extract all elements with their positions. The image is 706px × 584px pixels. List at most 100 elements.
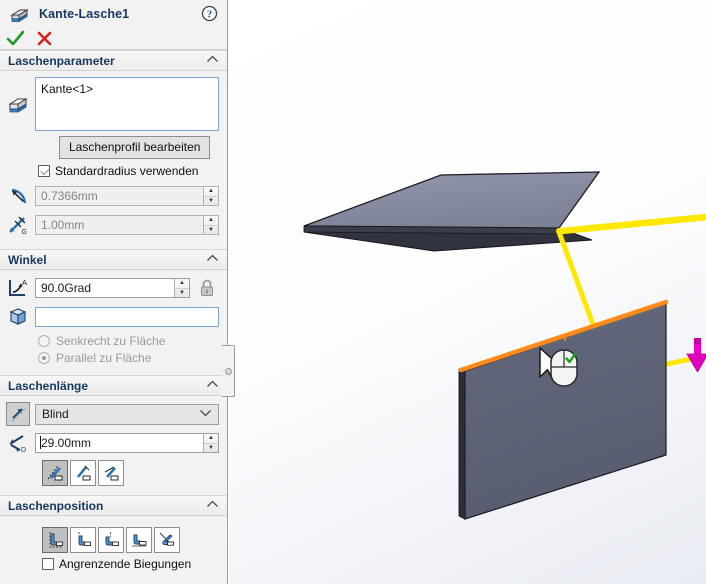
property-manager-panel: Kante-Lasche1 ? OK Abbrechen bbox=[0, 0, 228, 584]
position-offset-button[interactable] bbox=[154, 527, 180, 553]
chevron-up-icon[interactable] bbox=[206, 500, 219, 511]
radio-parallel-to-face-row: Parallel zu Fläche bbox=[38, 351, 219, 365]
chevron-up-icon[interactable] bbox=[206, 254, 219, 265]
svg-text:?: ? bbox=[207, 9, 212, 20]
flange-length-value: 29.00mm bbox=[36, 434, 203, 452]
spinner-up-icon[interactable]: ▲ bbox=[175, 279, 189, 289]
ok-button[interactable]: OK bbox=[6, 30, 25, 47]
lock-icon[interactable] bbox=[195, 276, 219, 300]
chevron-up-icon[interactable] bbox=[206, 380, 219, 391]
length-measure-buttons bbox=[42, 460, 219, 486]
spinner-down-icon[interactable]: ▼ bbox=[204, 444, 218, 453]
section-body-angle: A 90.0Grad ▲ ▼ Senkrecht zu Fläche Paral… bbox=[0, 270, 227, 375]
length-dimension-icon: D bbox=[6, 431, 30, 455]
position-bend-from-virtual-sharp-button[interactable] bbox=[98, 527, 124, 553]
flange-angle-row: A 90.0Grad ▲ ▼ bbox=[6, 276, 219, 300]
edge-select-icon bbox=[6, 92, 30, 116]
spinner-up-icon[interactable]: ▲ bbox=[204, 216, 218, 226]
trim-side-bends-checkbox[interactable] bbox=[42, 558, 54, 570]
trim-side-bends-row: Angrenzende Biegungen bbox=[42, 557, 219, 571]
radio-parallel-to-face-label: Parallel zu Fläche bbox=[56, 351, 152, 365]
lower-panel[interactable] bbox=[458, 299, 669, 520]
chevron-down-icon[interactable] bbox=[199, 409, 212, 419]
section-header-angle[interactable]: Winkel bbox=[0, 249, 227, 270]
gap-distance-value: 1.00mm bbox=[41, 218, 85, 232]
end-condition-dropdown[interactable]: Blind bbox=[35, 403, 219, 425]
page-title: Kante-Lasche1 bbox=[39, 7, 130, 21]
svg-text:A: A bbox=[22, 278, 27, 287]
section-body-flange-parameters: Kante<1> Laschenprofil bearbeiten Standa… bbox=[0, 71, 227, 249]
gap-distance-spinner[interactable]: ▲ ▼ bbox=[203, 216, 218, 234]
bend-radius-field[interactable]: 0.7366mm ▲ ▼ bbox=[35, 186, 219, 206]
chevron-up-icon[interactable] bbox=[206, 55, 219, 66]
edge-selection-row: Kante<1> bbox=[6, 77, 219, 131]
spinner-up-icon[interactable]: ▲ bbox=[204, 434, 218, 444]
section-title-angle: Winkel bbox=[8, 252, 47, 267]
section-body-flange-length: Blind D 29.00mm ▲ ▼ bbox=[0, 396, 227, 495]
edge-selection-box[interactable]: Kante<1> bbox=[35, 77, 219, 131]
property-manager-header: Kante-Lasche1 ? bbox=[0, 0, 227, 28]
section-header-flange-parameters[interactable]: Laschenparameter bbox=[0, 50, 227, 71]
flange-angle-field[interactable]: 90.0Grad ▲ ▼ bbox=[35, 278, 190, 298]
section-header-flange-length[interactable]: Laschenlänge bbox=[0, 375, 227, 396]
direction-arrow-lower[interactable] bbox=[686, 338, 706, 373]
section-header-flange-position[interactable]: Laschenposition bbox=[0, 495, 227, 516]
bend-radius-spinner[interactable]: ▲ ▼ bbox=[203, 187, 218, 205]
radio-perpendicular-to-face-row: Senkrecht zu Fläche bbox=[38, 334, 219, 348]
splitter-grip-icon bbox=[224, 367, 232, 375]
bend-radius-icon bbox=[6, 184, 30, 208]
radio-perpendicular-to-face[interactable] bbox=[38, 335, 50, 347]
flange-length-spinner[interactable]: ▲ ▼ bbox=[203, 434, 218, 452]
reference-face-field[interactable] bbox=[35, 307, 219, 327]
spinner-down-icon[interactable]: ▼ bbox=[204, 226, 218, 235]
bend-radius-value: 0.7366mm bbox=[41, 189, 98, 203]
section-title-flange-length: Laschenlänge bbox=[8, 378, 89, 393]
bend-radius-row: 0.7366mm ▲ ▼ bbox=[6, 184, 219, 208]
trim-side-bends-label: Angrenzende Biegungen bbox=[59, 557, 192, 571]
section-title-flange-parameters: Laschenparameter bbox=[8, 53, 115, 68]
flange-length-field[interactable]: 29.00mm ▲ ▼ bbox=[35, 433, 219, 453]
face-reference-icon bbox=[6, 305, 30, 329]
use-default-radius-row: Standardradius verwenden bbox=[38, 164, 219, 178]
flange-position-buttons bbox=[42, 527, 219, 553]
flange-angle-value: 90.0Grad bbox=[41, 281, 92, 295]
use-default-radius-checkbox[interactable] bbox=[38, 165, 50, 177]
graphics-area[interactable] bbox=[229, 0, 706, 584]
spinner-down-icon[interactable]: ▼ bbox=[204, 197, 218, 206]
radio-perpendicular-to-face-label: Senkrecht zu Fläche bbox=[56, 334, 166, 348]
edge-selection-value: Kante<1> bbox=[41, 82, 94, 96]
section-title-flange-position: Laschenposition bbox=[8, 498, 104, 513]
radio-parallel-to-face[interactable] bbox=[38, 352, 50, 364]
property-manager-actions: OK Abbrechen bbox=[0, 28, 227, 50]
outer-virtual-sharp-button[interactable] bbox=[42, 460, 68, 486]
panel-splitter-handle[interactable] bbox=[222, 345, 235, 397]
upper-plate[interactable] bbox=[303, 171, 601, 252]
reference-face-row bbox=[6, 305, 219, 329]
position-material-inside-button[interactable] bbox=[42, 527, 68, 553]
position-tangent-to-bend-button[interactable] bbox=[126, 527, 152, 553]
solidworks-edge-flange-window: Kante-Lasche1 ? OK Abbrechen bbox=[0, 0, 706, 584]
help-icon[interactable]: ? bbox=[201, 5, 218, 25]
end-condition-icon[interactable] bbox=[6, 402, 30, 426]
flange-angle-spinner[interactable]: ▲ ▼ bbox=[174, 279, 189, 297]
flange-angle-icon: A bbox=[6, 276, 30, 300]
edge-flange-icon bbox=[8, 2, 32, 26]
tangent-to-bend-button[interactable] bbox=[98, 460, 124, 486]
spinner-up-icon[interactable]: ▲ bbox=[204, 187, 218, 197]
gap-distance-icon: G bbox=[6, 213, 30, 237]
edit-flange-profile-button[interactable]: Laschenprofil bearbeiten bbox=[59, 136, 211, 159]
end-condition-row: Blind bbox=[6, 402, 219, 426]
flange-length-row: D 29.00mm ▲ ▼ bbox=[6, 431, 219, 455]
end-condition-value: Blind bbox=[42, 407, 69, 421]
section-body-flange-position: Angrenzende Biegungen bbox=[0, 516, 227, 578]
position-bend-outside-button[interactable] bbox=[70, 527, 96, 553]
gap-distance-row: G 1.00mm ▲ ▼ bbox=[6, 213, 219, 237]
inner-virtual-sharp-button[interactable] bbox=[70, 460, 96, 486]
gap-distance-field[interactable]: 1.00mm ▲ ▼ bbox=[35, 215, 219, 235]
spinner-down-icon[interactable]: ▼ bbox=[175, 289, 189, 298]
cancel-button[interactable]: Abbrechen bbox=[36, 30, 53, 47]
svg-text:D: D bbox=[21, 447, 26, 454]
use-default-radius-label: Standardradius verwenden bbox=[55, 164, 199, 178]
model-3d-preview bbox=[303, 171, 706, 520]
svg-text:G: G bbox=[22, 229, 27, 236]
